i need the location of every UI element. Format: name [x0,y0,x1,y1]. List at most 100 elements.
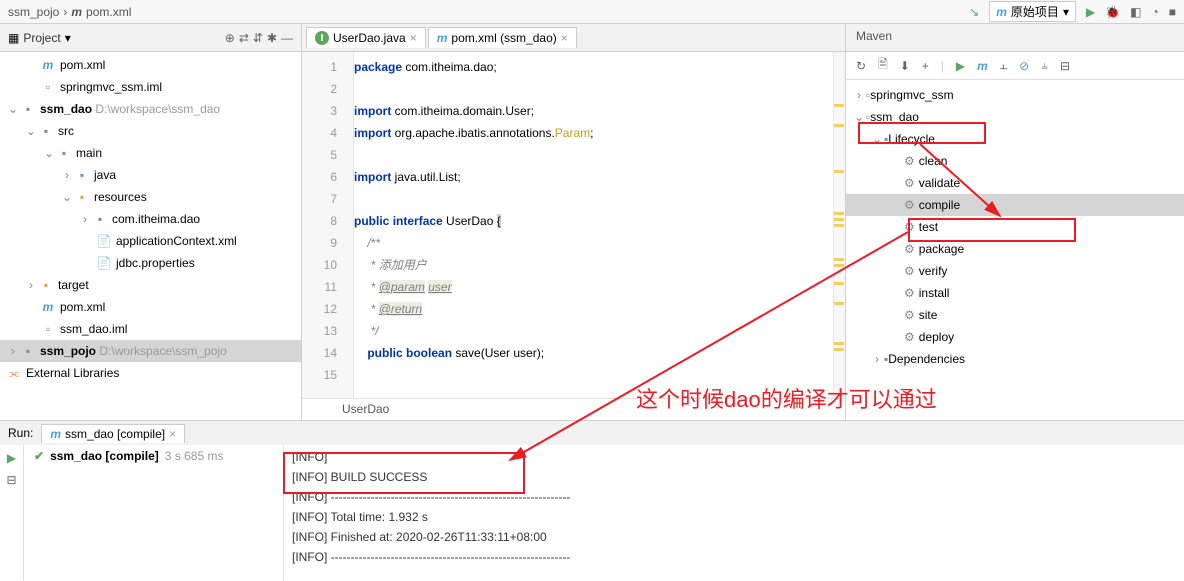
m-icon[interactable]: m [977,59,988,73]
chevron-down-icon: ⌄ [6,102,20,116]
maven-toolbar: ↻ 🖹 ⬇ + | ▶ m ⫠ ⊘ ⫨ ⊟ [846,52,1184,80]
close-icon[interactable]: × [410,31,417,45]
collapse-icon[interactable]: ⇵ [253,31,263,45]
hide-icon[interactable]: — [281,31,293,45]
skip-tests-icon[interactable]: ⊘ [1019,59,1029,73]
stop-icon[interactable]: ⊟ [6,473,16,487]
chevron-down-icon: ⌄ [42,146,56,160]
config-selector[interactable]: m 原始项目 ▾ [989,1,1076,22]
folder-icon: ▪ [38,277,54,293]
maven-project[interactable]: ⌄▫ssm_dao [846,106,1184,128]
console-line: [INFO] Finished at: 2020-02-26T11:33:11+… [292,527,1176,547]
run-tree[interactable]: ✔ ssm_dao [compile] 3 s 685 ms [24,445,284,580]
lib-icon: ⫘ [6,365,22,381]
tree-file[interactable]: ▫ssm_dao.iml [0,318,301,340]
panel-title: Project [23,31,60,45]
maven-goal[interactable]: ⚙clean [846,150,1184,172]
run-tab[interactable]: m ssm_dao [compile] × [41,424,185,443]
editor-tab[interactable]: mpom.xml (ssm_dao)× [428,27,577,48]
project-tree[interactable]: mpom.xml ▫springmvc_ssm.iml ⌄▪ssm_dao D:… [0,52,301,420]
marker-strip[interactable] [833,52,845,398]
run-icon[interactable]: ▶ [7,451,16,465]
gear-icon: ⚙ [904,198,915,212]
editor-tabs: IUserDao.java× mpom.xml (ssm_dao)× [302,24,845,52]
run-icon[interactable]: ▶ [1086,5,1095,19]
chevron-down-icon: ⌄ [60,190,74,204]
m-icon: m [50,427,61,441]
maven-panel: Maven ↻ 🖹 ⬇ + | ▶ m ⫠ ⊘ ⫨ ⊟ ›▫springmvc_… [846,24,1184,420]
gear-icon: ⚙ [904,176,915,190]
props-icon: 📄 [96,255,112,271]
code-area[interactable]: package com.itheima.dao; import com.ithe… [354,52,845,398]
chevron-right-icon: › [78,212,92,226]
tree-file[interactable]: 📄jdbc.properties [0,252,301,274]
maven-project[interactable]: ›▫springmvc_ssm [846,84,1184,106]
stop-icon[interactable]: ■ [1169,5,1176,19]
hammer-icon[interactable]: ↘ [969,5,979,19]
tree-file[interactable]: mpom.xml [0,54,301,76]
expand-icon[interactable]: ⇄ [239,31,249,45]
tree-file[interactable]: ▫springmvc_ssm.iml [0,76,301,98]
run-item[interactable]: ✔ ssm_dao [compile] 3 s 685 ms [24,445,283,467]
maven-goal[interactable]: ⚙verify [846,260,1184,282]
tree-folder[interactable]: ⌄▪src [0,120,301,142]
tree-folder[interactable]: ⌄▪resources [0,186,301,208]
tree-folder[interactable]: ›▪com.itheima.dao [0,208,301,230]
maven-goal[interactable]: ⚙site [846,304,1184,326]
profile-icon[interactable]: ◔ [1152,5,1159,19]
folder-icon: ▪ [74,167,90,183]
refresh-icon[interactable]: ↻ [856,59,866,73]
maven-goal-compile[interactable]: ⚙compile [846,194,1184,216]
add-icon[interactable]: + [922,59,929,73]
tree-folder[interactable]: ⌄▪main [0,142,301,164]
editor-tab[interactable]: IUserDao.java× [306,27,426,48]
select-opened-icon[interactable]: ⊕ [225,31,235,45]
project-panel: ▦ Project ▾ ⊕ ⇄ ⇵ ✱ — mpom.xml ▫springmv… [0,24,302,420]
chevron-down-icon[interactable]: ▾ [65,31,71,45]
chevron-right-icon: › [6,344,20,358]
collapse-icon[interactable]: ⊟ [1060,59,1070,73]
tree-file[interactable]: 📄applicationContext.xml [0,230,301,252]
close-icon[interactable]: × [561,31,568,45]
config-label: 原始项目 [1011,3,1059,20]
tree-folder[interactable]: ⌄▪ssm_dao D:\workspace\ssm_dao [0,98,301,120]
maven-goal[interactable]: ⚙deploy [846,326,1184,348]
run-icon[interactable]: ▶ [956,59,965,73]
close-icon[interactable]: × [169,427,176,441]
maven-goal[interactable]: ⚙validate [846,172,1184,194]
tree-item[interactable]: ⫘External Libraries [0,362,301,384]
folder-icon: ▪ [56,145,72,161]
file-icon: ▫ [40,321,56,337]
breadcrumb-item[interactable]: pom.xml [86,5,131,19]
line-gutter: 123456789101112131415 [302,52,354,398]
project-panel-header: ▦ Project ▾ ⊕ ⇄ ⇵ ✱ — [0,24,301,52]
tree-folder[interactable]: ›▪target [0,274,301,296]
console-output[interactable]: [INFO] [INFO] BUILD SUCCESS [INFO] -----… [284,445,1184,580]
maven-goal[interactable]: ⚙install [846,282,1184,304]
folder-icon: ▪ [20,343,36,359]
maven-goal[interactable]: ⚙package [846,238,1184,260]
gear-icon: ⚙ [904,330,915,344]
interface-icon: I [315,31,329,45]
tree-file[interactable]: mpom.xml [0,296,301,318]
maven-goal[interactable]: ⚙test [846,216,1184,238]
debug-icon[interactable]: 🐞 [1105,5,1120,19]
toggle-icon[interactable]: ⫠ [1000,58,1007,73]
maven-lifecycle[interactable]: ⌄▪Lifecycle [846,128,1184,150]
show-deps-icon[interactable]: ⫨ [1041,58,1048,73]
maven-deps[interactable]: ›▪Dependencies [846,348,1184,370]
gear-icon: ⚙ [904,264,915,278]
tree-folder[interactable]: ›▪ssm_pojo D:\workspace\ssm_pojo [0,340,301,362]
tree-folder[interactable]: ›▪java [0,164,301,186]
maven-tree[interactable]: ›▫springmvc_ssm ⌄▫ssm_dao ⌄▪Lifecycle ⚙c… [846,80,1184,420]
chevron-right-icon: › [60,168,74,182]
chevron-right-icon: › [24,278,38,292]
generate-icon[interactable]: 🖹 [878,55,888,76]
editor-body[interactable]: 123456789101112131415 package com.itheim… [302,52,845,398]
run-panel: Run: m ssm_dao [compile] × ▶ ⊟ ✔ ssm_dao… [0,420,1184,580]
download-icon[interactable]: ⬇ [900,59,910,73]
gear-icon[interactable]: ✱ [267,31,277,45]
breadcrumb-item[interactable]: ssm_pojo [8,5,59,19]
coverage-icon[interactable]: ◧ [1130,5,1141,19]
xml-icon: 📄 [96,233,112,249]
